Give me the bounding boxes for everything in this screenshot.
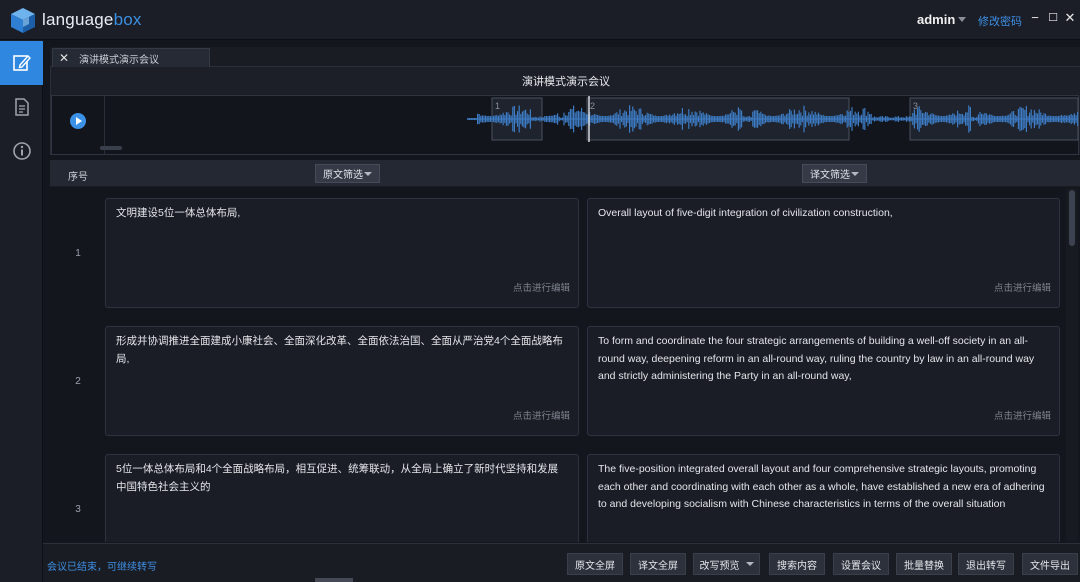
edit-hint[interactable]: 点击进行编辑	[513, 280, 570, 298]
source-text-cell[interactable]: 5位一体总体布局和4个全面战略布局，相互促进、统筹联动，从全局上确立了新时代坚持…	[105, 454, 579, 542]
edit-hint[interactable]: 点击进行编辑	[994, 408, 1051, 426]
top-bar: languagebox admin 修改密码 − ☐ ✕	[0, 0, 1080, 40]
source-filter-label: 原文筛选	[323, 170, 363, 181]
exit-transcription-button[interactable]: 退出转写	[958, 553, 1014, 575]
taskbar-strip	[315, 578, 353, 582]
source-text: 文明建设5位一体总体布局,	[116, 207, 241, 219]
status-text: 会议已结束，可继续转写	[47, 562, 157, 573]
target-text-cell[interactable]: The five-position integrated overall lay…	[587, 454, 1060, 542]
waveform-area[interactable]: 123	[51, 95, 1079, 155]
row-number: 1	[75, 248, 81, 259]
batch-replace-button[interactable]: 批量替换	[896, 553, 952, 575]
row-number: 3	[75, 504, 81, 515]
footer-bar: 会议已结束，可继续转写 原文全屏 译文全屏 改写预览 搜索内容 设置会议 批量替…	[43, 543, 1080, 582]
segment-marker: 1	[495, 101, 500, 111]
target-text-cell[interactable]: Overall layout of five-digit integration…	[587, 198, 1060, 308]
user-menu[interactable]: admin	[917, 12, 955, 27]
sidebar	[0, 40, 43, 582]
column-header-no: 序号	[68, 172, 88, 183]
info-icon	[12, 142, 31, 160]
logo-text: languagebox	[42, 10, 142, 30]
source-text-cell[interactable]: 形成并协调推进全面建成小康社会、全面深化改革、全面依法治国、全面从严治党4个全面…	[105, 326, 579, 436]
change-password-link[interactable]: 修改密码	[978, 13, 1022, 29]
logo-text-prefix: language	[42, 10, 114, 29]
minimize-icon[interactable]: −	[1028, 10, 1042, 25]
table-row: 2 形成并协调推进全面建成小康社会、全面深化改革、全面依法治国、全面从严治党4个…	[50, 316, 1070, 444]
export-file-button[interactable]: 文件导出	[1022, 553, 1078, 575]
sidebar-item-document[interactable]	[0, 85, 43, 129]
rewrite-preview-dropdown[interactable]: 改写预览	[693, 553, 760, 575]
table-row: 1 文明建设5位一体总体布局, 点击进行编辑 Overall layout of…	[50, 188, 1070, 316]
button-label: 搜索内容	[777, 560, 817, 572]
edit-hint[interactable]: 点击进行编辑	[513, 408, 570, 426]
target-text: The five-position integrated overall lay…	[598, 463, 1045, 510]
cube-logo-icon	[11, 8, 35, 33]
target-fullscreen-button[interactable]: 译文全屏	[630, 553, 686, 575]
tab-bar: ✕ 演讲模式演示会议	[50, 47, 1080, 67]
meeting-panel: 演讲模式演示会议 123	[50, 67, 1080, 155]
button-label: 批量替换	[904, 560, 944, 572]
logo-text-suffix: box	[113, 10, 142, 29]
button-label: 设置会议	[841, 560, 881, 572]
chevron-down-icon	[851, 172, 859, 176]
edit-icon	[12, 54, 31, 71]
button-label: 改写预览	[699, 560, 740, 572]
button-label: 退出转写	[966, 560, 1006, 572]
edit-hint[interactable]: 点击进行编辑	[994, 280, 1051, 298]
source-fullscreen-button[interactable]: 原文全屏	[567, 553, 623, 575]
target-text-cell[interactable]: To form and coordinate the four strategi…	[587, 326, 1060, 436]
table-row: 3 5位一体总体布局和4个全面战略布局，相互促进、统筹联动，从全局上确立了新时代…	[50, 444, 1070, 542]
source-text-cell[interactable]: 文明建设5位一体总体布局, 点击进行编辑	[105, 198, 579, 308]
chevron-down-icon	[745, 562, 754, 566]
chevron-down-icon	[364, 172, 372, 176]
waveform-scrollbar[interactable]	[100, 146, 122, 150]
target-text: Overall layout of five-digit integration…	[598, 207, 893, 219]
tab-label: 演讲模式演示会议	[79, 54, 160, 66]
tab-meeting[interactable]: ✕ 演讲模式演示会议	[52, 48, 210, 67]
button-label: 原文全屏	[575, 560, 615, 572]
target-filter-dropdown[interactable]: 译文筛选	[802, 164, 867, 183]
target-text: To form and coordinate the four strategi…	[598, 335, 1035, 382]
meeting-settings-button[interactable]: 设置会议	[833, 553, 889, 575]
source-text: 形成并协调推进全面建成小康社会、全面深化改革、全面依法治国、全面从严治党4个全面…	[116, 335, 563, 365]
sidebar-item-info[interactable]	[0, 129, 43, 173]
chevron-down-icon[interactable]	[958, 17, 966, 22]
maximize-icon[interactable]: ☐	[1046, 11, 1060, 24]
close-icon[interactable]: ✕	[59, 51, 69, 65]
search-content-button[interactable]: 搜索内容	[769, 553, 825, 575]
app-logo: languagebox	[8, 6, 142, 34]
button-label: 译文全屏	[638, 560, 678, 572]
segment-marker: 2	[590, 101, 595, 111]
meeting-title: 演讲模式演示会议	[522, 76, 610, 88]
document-icon	[14, 98, 29, 116]
transcript-list: 1 文明建设5位一体总体布局, 点击进行编辑 Overall layout of…	[50, 188, 1080, 542]
source-text: 5位一体总体布局和4个全面战略布局，相互促进、统筹联动，从全局上确立了新时代坚持…	[116, 463, 559, 493]
source-filter-dropdown[interactable]: 原文筛选	[315, 164, 380, 183]
table-header: 序号 原文筛选 译文筛选	[50, 160, 1080, 187]
audio-waveform[interactable]: 123	[52, 96, 1080, 154]
close-window-icon[interactable]: ✕	[1063, 10, 1077, 26]
sidebar-item-edit[interactable]	[0, 41, 43, 85]
button-label: 文件导出	[1030, 560, 1070, 572]
row-number: 2	[75, 376, 81, 387]
vertical-scrollbar-thumb[interactable]	[1069, 190, 1075, 246]
target-filter-label: 译文筛选	[810, 170, 850, 181]
